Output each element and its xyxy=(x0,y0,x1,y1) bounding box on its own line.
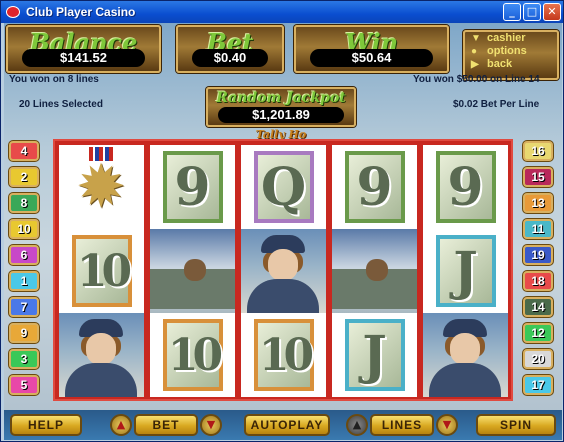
options-link[interactable]: ● options xyxy=(465,45,557,58)
reel-1: ✹ 10 xyxy=(59,145,144,397)
jackpot-panel: Random Jackpot $1,201.89 xyxy=(206,87,356,127)
bet-per-line-text: $0.02 Bet Per Line xyxy=(453,99,540,110)
line-button-5[interactable]: 5 xyxy=(9,375,39,395)
side-menu: ▼ cashier ● options ▶ back xyxy=(463,30,559,80)
lines-down-button[interactable]: ▲ xyxy=(346,414,368,436)
reel-3: Q 10 xyxy=(241,145,326,397)
symbol-pilot xyxy=(241,229,326,313)
cashier-label: cashier xyxy=(487,32,526,44)
symbol-plane xyxy=(332,229,417,313)
reel-2: 9 10 xyxy=(150,145,235,397)
win-value: $50.64 xyxy=(310,49,433,67)
line-button-4[interactable]: 4 xyxy=(9,141,39,161)
arrow-up-icon: ▲ xyxy=(352,418,362,431)
bet-down-button[interactable]: ▲ xyxy=(110,414,132,436)
line-button-10[interactable]: 10 xyxy=(9,219,39,239)
back-link[interactable]: ▶ back xyxy=(465,58,557,71)
arrow-up-icon: ▲ xyxy=(116,418,126,431)
spin-button[interactable]: SPIN xyxy=(476,414,556,436)
lines-selected-text: 20 Lines Selected xyxy=(19,99,103,110)
win-panel: Win $50.64 xyxy=(294,25,449,73)
reel-4: 9 J xyxy=(332,145,417,397)
maximize-button[interactable]: □ xyxy=(523,3,541,21)
balance-value: $141.52 xyxy=(22,49,145,67)
won-line-detail-text: You won $50.00 on Line 14 xyxy=(413,74,540,85)
reel-5: 9 J xyxy=(423,145,508,397)
symbol-j: J xyxy=(332,313,417,397)
symbol-pilot xyxy=(423,313,508,397)
medal-icon: ✹ xyxy=(75,152,127,222)
control-bar: HELP ▲ BET ▼ AUTOPLAY ▲ LINES ▼ SPIN xyxy=(4,410,562,440)
line-button-16[interactable]: 16 xyxy=(523,141,553,161)
options-label: options xyxy=(487,45,527,57)
bet-button[interactable]: BET xyxy=(134,414,198,436)
symbol-10: 10 xyxy=(59,229,144,313)
line-button-18[interactable]: 18 xyxy=(523,271,553,291)
line-button-11[interactable]: 11 xyxy=(523,219,553,239)
reel-area: ✹ 10 9 10 Q 10 9 J 9 J xyxy=(53,139,513,401)
close-button[interactable]: ✕ xyxy=(543,3,561,21)
balance-panel: Balance $141.52 xyxy=(6,25,161,73)
symbol-pilot xyxy=(59,313,144,397)
line-button-7[interactable]: 7 xyxy=(9,297,39,317)
jackpot-value: $1,201.89 xyxy=(218,107,344,123)
line-button-15[interactable]: 15 xyxy=(523,167,553,187)
symbol-10: 10 xyxy=(150,313,235,397)
line-button-20[interactable]: 20 xyxy=(523,349,553,369)
arrow-icon: ▶ xyxy=(471,59,479,70)
cashier-link[interactable]: ▼ cashier xyxy=(465,32,557,45)
line-button-19[interactable]: 19 xyxy=(523,245,553,265)
line-button-2[interactable]: 2 xyxy=(9,167,39,187)
title-bar: Club Player Casino _ □ ✕ xyxy=(1,1,563,23)
won-lines-text: You won on 8 lines xyxy=(9,74,99,85)
line-button-3[interactable]: 3 xyxy=(9,349,39,369)
window-title: Club Player Casino xyxy=(26,5,136,19)
arrow-icon: ▼ xyxy=(471,33,481,44)
back-label: back xyxy=(487,58,513,70)
symbol-plane xyxy=(150,229,235,313)
bet-up-button[interactable]: ▼ xyxy=(200,414,222,436)
line-button-1[interactable]: 1 xyxy=(9,271,39,291)
lines-up-button[interactable]: ▼ xyxy=(436,414,458,436)
line-button-9[interactable]: 9 xyxy=(9,323,39,343)
app-logo-icon xyxy=(6,6,20,18)
line-button-6[interactable]: 6 xyxy=(9,245,39,265)
autoplay-button[interactable]: AUTOPLAY xyxy=(244,414,330,436)
symbol-9: 9 xyxy=(150,145,235,229)
casino-window: Club Player Casino _ □ ✕ Balance $141.52… xyxy=(0,0,564,442)
line-button-14[interactable]: 14 xyxy=(523,297,553,317)
symbol-10: 10 xyxy=(241,313,326,397)
line-button-17[interactable]: 17 xyxy=(523,375,553,395)
line-button-8[interactable]: 8 xyxy=(9,193,39,213)
line-button-12[interactable]: 12 xyxy=(523,323,553,343)
jackpot-label: Random Jackpot xyxy=(216,90,346,106)
arrow-down-icon: ▼ xyxy=(442,418,452,431)
minimize-button[interactable]: _ xyxy=(503,3,521,21)
symbol-9: 9 xyxy=(423,145,508,229)
bet-panel: Bet $0.40 xyxy=(176,25,284,73)
bet-value: $0.40 xyxy=(192,49,268,67)
lines-button[interactable]: LINES xyxy=(370,414,434,436)
arrow-icon: ● xyxy=(471,46,478,57)
symbol-q: Q xyxy=(241,145,326,229)
arrow-down-icon: ▼ xyxy=(206,418,216,431)
symbol-medal: ✹ xyxy=(59,145,144,229)
symbol-j: J xyxy=(423,229,508,313)
help-button[interactable]: HELP xyxy=(10,414,82,436)
line-button-13[interactable]: 13 xyxy=(523,193,553,213)
symbol-9: 9 xyxy=(332,145,417,229)
